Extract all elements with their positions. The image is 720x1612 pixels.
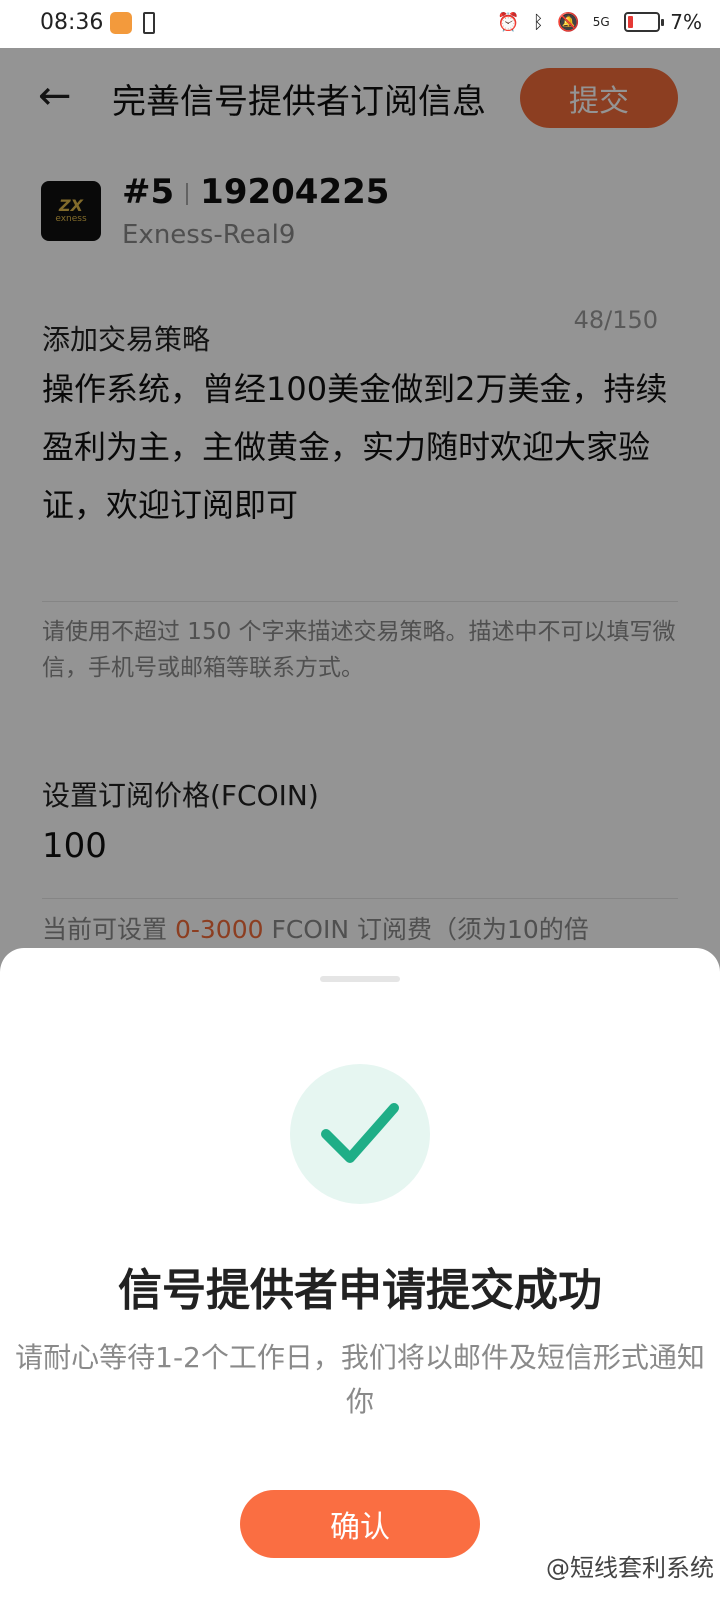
battery-percent: 7% bbox=[670, 10, 702, 34]
bluetooth-icon: ᛒ bbox=[532, 11, 544, 33]
alarm-icon: ⏰ bbox=[497, 11, 520, 33]
status-bar: 08:36 ⏰ ᛒ 🔕 5G 7% bbox=[0, 0, 720, 48]
battery-icon bbox=[624, 12, 665, 32]
app-notification-icon bbox=[110, 12, 132, 34]
success-bottom-sheet: 信号提供者申请提交成功 请耐心等待1-2个工作日，我们将以邮件及短信形式通知你 … bbox=[0, 948, 720, 1612]
confirm-button[interactable]: 确认 bbox=[240, 1490, 480, 1558]
status-time: 08:36 bbox=[40, 10, 104, 35]
checkmark-icon bbox=[321, 1103, 399, 1163]
page: 08:36 ⏰ ᛒ 🔕 5G 7% ← 完善信号提供者订阅信息 提交 ZX ex… bbox=[0, 0, 720, 1612]
signal-icon: 5G bbox=[592, 15, 610, 29]
watermark: @短线套利系统 bbox=[546, 1554, 714, 1582]
dialog-title: 信号提供者申请提交成功 bbox=[118, 1265, 602, 1316]
battery-saver-icon bbox=[143, 12, 155, 34]
mute-icon: 🔕 bbox=[557, 11, 580, 33]
dialog-description: 请耐心等待1-2个工作日，我们将以邮件及短信形式通知你 bbox=[15, 1341, 705, 1418]
success-badge bbox=[290, 1064, 430, 1204]
status-icons: ⏰ ᛒ 🔕 5G 7% bbox=[497, 10, 702, 34]
sheet-drag-handle[interactable] bbox=[320, 976, 400, 982]
